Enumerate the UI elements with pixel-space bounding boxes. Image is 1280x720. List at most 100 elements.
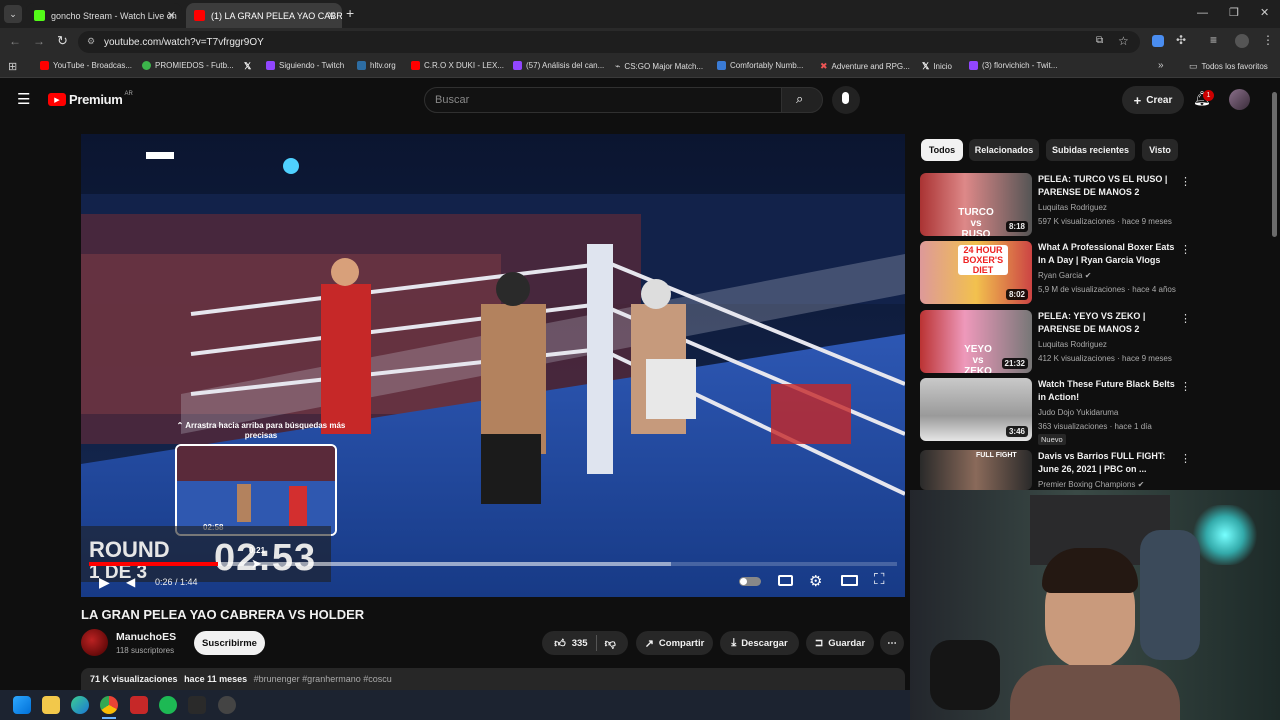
channel-avatar[interactable] xyxy=(81,629,108,656)
browser-menu-icon[interactable]: ⋮ xyxy=(1262,33,1274,47)
new-tab-button[interactable]: + xyxy=(346,5,354,21)
bookmark-star-icon[interactable]: ☆ xyxy=(1118,34,1129,48)
back-icon[interactable]: ← xyxy=(9,34,21,48)
bookmark-cro-duki[interactable]: C.R.O X DUKI - LEX... xyxy=(411,61,504,70)
more-vertical-icon[interactable]: ⋮ xyxy=(1180,243,1191,256)
address-bar[interactable]: ⚙ youtube.com/watch?v=T7vfrggr9OY ⧉ ☆ xyxy=(78,31,1140,53)
description-box[interactable]: 71 K visualizaciones hace 11 meses #brun… xyxy=(81,668,905,692)
bookmark-x[interactable]: 𝕏 xyxy=(244,61,251,72)
windows-start-icon[interactable] xyxy=(13,696,31,714)
bookmark-comfortably-numb[interactable]: Comfortably Numb... xyxy=(717,61,803,70)
edge-browser-icon[interactable] xyxy=(71,696,89,714)
tab-search-icon[interactable]: ⌄ xyxy=(4,5,22,23)
chip-visto[interactable]: Visto xyxy=(1142,139,1178,161)
video-meta: 597 K visualizaciones · hace 9 meses xyxy=(1038,217,1172,226)
close-tab-icon[interactable]: ✕ xyxy=(327,9,336,22)
like-button[interactable]: 👍︎ 335 xyxy=(554,637,587,650)
bookmark-twitch-following[interactable]: Siguiendo - Twitch xyxy=(266,61,344,70)
share-button[interactable]: ↗ Compartir xyxy=(636,631,713,655)
search-button[interactable]: ⌕ xyxy=(781,87,823,113)
volume-icon[interactable]: ◀ xyxy=(126,575,135,589)
more-actions-button[interactable]: ⋯ xyxy=(880,631,904,655)
forward-icon[interactable]: → xyxy=(33,34,45,48)
more-vertical-icon[interactable]: ⋮ xyxy=(1180,312,1191,325)
tab-twitch[interactable]: goncho Stream - Watch Live on ✕ xyxy=(26,3,182,28)
bookmark-csgo-major[interactable]: ⌁ CS:GO Major Match... xyxy=(615,61,703,72)
youtube-play-logo-icon: ▶ xyxy=(48,93,66,106)
save-button[interactable]: ⊐ Guardar xyxy=(806,631,874,655)
chip-relacionados[interactable]: Relacionados xyxy=(969,139,1039,161)
bookmark-hltv[interactable]: hltv.org xyxy=(357,61,396,70)
neon-art xyxy=(1190,505,1260,565)
all-favorites-folder[interactable]: ▭ Todos los favoritos xyxy=(1189,61,1268,72)
chrome-browser-icon[interactable] xyxy=(100,696,118,714)
autoplay-toggle[interactable] xyxy=(739,577,761,586)
settings-gear-icon[interactable]: ⚙ xyxy=(809,572,822,590)
video-title: Watch These Future Black Belts in Action… xyxy=(1038,379,1175,402)
twitch-icon xyxy=(513,61,522,70)
seek-preview-thumbnail: 02:58 xyxy=(175,444,337,536)
spotify-icon[interactable] xyxy=(159,696,177,714)
browser-toolbar: ← → ↻ ⚙ youtube.com/watch?v=T7vfrggr9OY … xyxy=(0,28,1280,56)
theater-mode-icon[interactable] xyxy=(841,575,858,586)
extensions-puzzle-icon[interactable]: ✣ xyxy=(1176,33,1186,47)
hamburger-menu-icon[interactable]: ☰ xyxy=(17,90,30,108)
create-button[interactable]: + Crear xyxy=(1122,86,1184,114)
sidebar-scrollbar[interactable] xyxy=(1272,92,1277,237)
more-vertical-icon[interactable]: ⋮ xyxy=(1180,452,1191,465)
bookmark-adventure-rpg[interactable]: ✖ Adventure and RPG... xyxy=(820,61,910,72)
minimize-window-icon[interactable]: — xyxy=(1197,7,1208,19)
account-avatar[interactable] xyxy=(1229,89,1250,110)
video-title: Davis vs Barrios FULL FIGHT: June 26, 20… xyxy=(1038,451,1166,474)
bookmark-florvichich[interactable]: (3) florvichich - Twit... xyxy=(969,61,1057,70)
media-control-icon[interactable]: ≡ xyxy=(1210,33,1217,47)
restore-window-icon[interactable]: ❐ xyxy=(1229,6,1239,19)
video-thumbnail: TURCO vs RUSO 8:18 xyxy=(920,173,1032,236)
subscriber-count: 118 suscriptores xyxy=(116,646,175,655)
bookmark-youtube-broadcast[interactable]: YouTube - Broadcas... xyxy=(40,61,132,70)
site-info-icon[interactable]: ⚙ xyxy=(87,36,95,47)
tab-youtube-active[interactable]: (1) LA GRAN PELEA YAO CABRE ✕ xyxy=(186,3,342,28)
list-item[interactable]: 24 HOUR BOXER'S DIET 8:02 What A Profess… xyxy=(920,241,1191,305)
channel-name: Premier Boxing Champions ✔ xyxy=(1038,480,1145,489)
list-item[interactable]: 3:46 Watch These Future Black Belts in A… xyxy=(920,378,1191,445)
dislike-button[interactable]: 👎︎ xyxy=(605,637,616,650)
more-vertical-icon[interactable]: ⋮ xyxy=(1180,175,1191,188)
video-player[interactable]: ⌃ Arrastra hacia arriba para búsquedas m… xyxy=(81,134,905,597)
close-window-icon[interactable]: ✕ xyxy=(1260,6,1269,19)
fullscreen-icon[interactable]: ⛶ xyxy=(874,571,885,588)
more-bookmarks-icon[interactable]: » xyxy=(1158,60,1164,71)
reload-icon[interactable]: ↻ xyxy=(57,33,68,49)
channel-name: Luquitas Rodriguez xyxy=(1038,340,1107,349)
chip-todos[interactable]: Todos xyxy=(921,139,963,161)
more-vertical-icon[interactable]: ⋮ xyxy=(1180,380,1191,393)
search-input[interactable]: Buscar xyxy=(424,87,782,113)
subtitles-icon[interactable] xyxy=(778,575,793,586)
progress-bar[interactable] xyxy=(89,562,897,566)
play-button[interactable]: ▶ xyxy=(99,574,110,591)
obs-app-icon[interactable] xyxy=(130,696,148,714)
install-app-icon[interactable]: ⧉ xyxy=(1096,35,1103,46)
apps-grid-icon[interactable]: ⊞ xyxy=(8,60,17,73)
channel-name[interactable]: ManuchoES xyxy=(116,631,176,643)
youtube-premium-logo[interactable]: ▶ Premium AR xyxy=(48,91,133,107)
bookmark-analisis[interactable]: (57) Análisis del can... xyxy=(513,61,604,70)
app-icon[interactable] xyxy=(218,696,236,714)
bookmark-inicio[interactable]: 𝕏 Inicio xyxy=(922,61,952,72)
more-horizontal-icon: ⋯ xyxy=(887,637,897,649)
list-item[interactable]: YEYO vs ZEKO 21:32 PELEA: YEYO VS ZEKO |… xyxy=(920,310,1191,374)
file-explorer-icon[interactable] xyxy=(42,696,60,714)
game-launcher-icon[interactable] xyxy=(188,696,206,714)
list-item[interactable]: TURCO vs RUSO 8:18 PELEA: TURCO VS EL RU… xyxy=(920,173,1191,237)
close-tab-icon[interactable]: ✕ xyxy=(167,9,176,22)
download-button[interactable]: ⤓ Descargar xyxy=(720,631,799,655)
extension-icon[interactable] xyxy=(1152,35,1164,47)
download-icon: ⤓ xyxy=(731,636,737,649)
chip-subidas-recientes[interactable]: Subidas recientes xyxy=(1046,139,1135,161)
youtube-icon xyxy=(411,61,420,70)
bookmark-promiedos[interactable]: PROMIEDOS - Futb... xyxy=(142,61,234,70)
subscribe-button[interactable]: Suscribirme xyxy=(194,631,265,655)
video-thumbnail: 3:46 xyxy=(920,378,1032,441)
profile-avatar[interactable] xyxy=(1235,34,1249,48)
voice-search-button[interactable] xyxy=(832,86,860,114)
